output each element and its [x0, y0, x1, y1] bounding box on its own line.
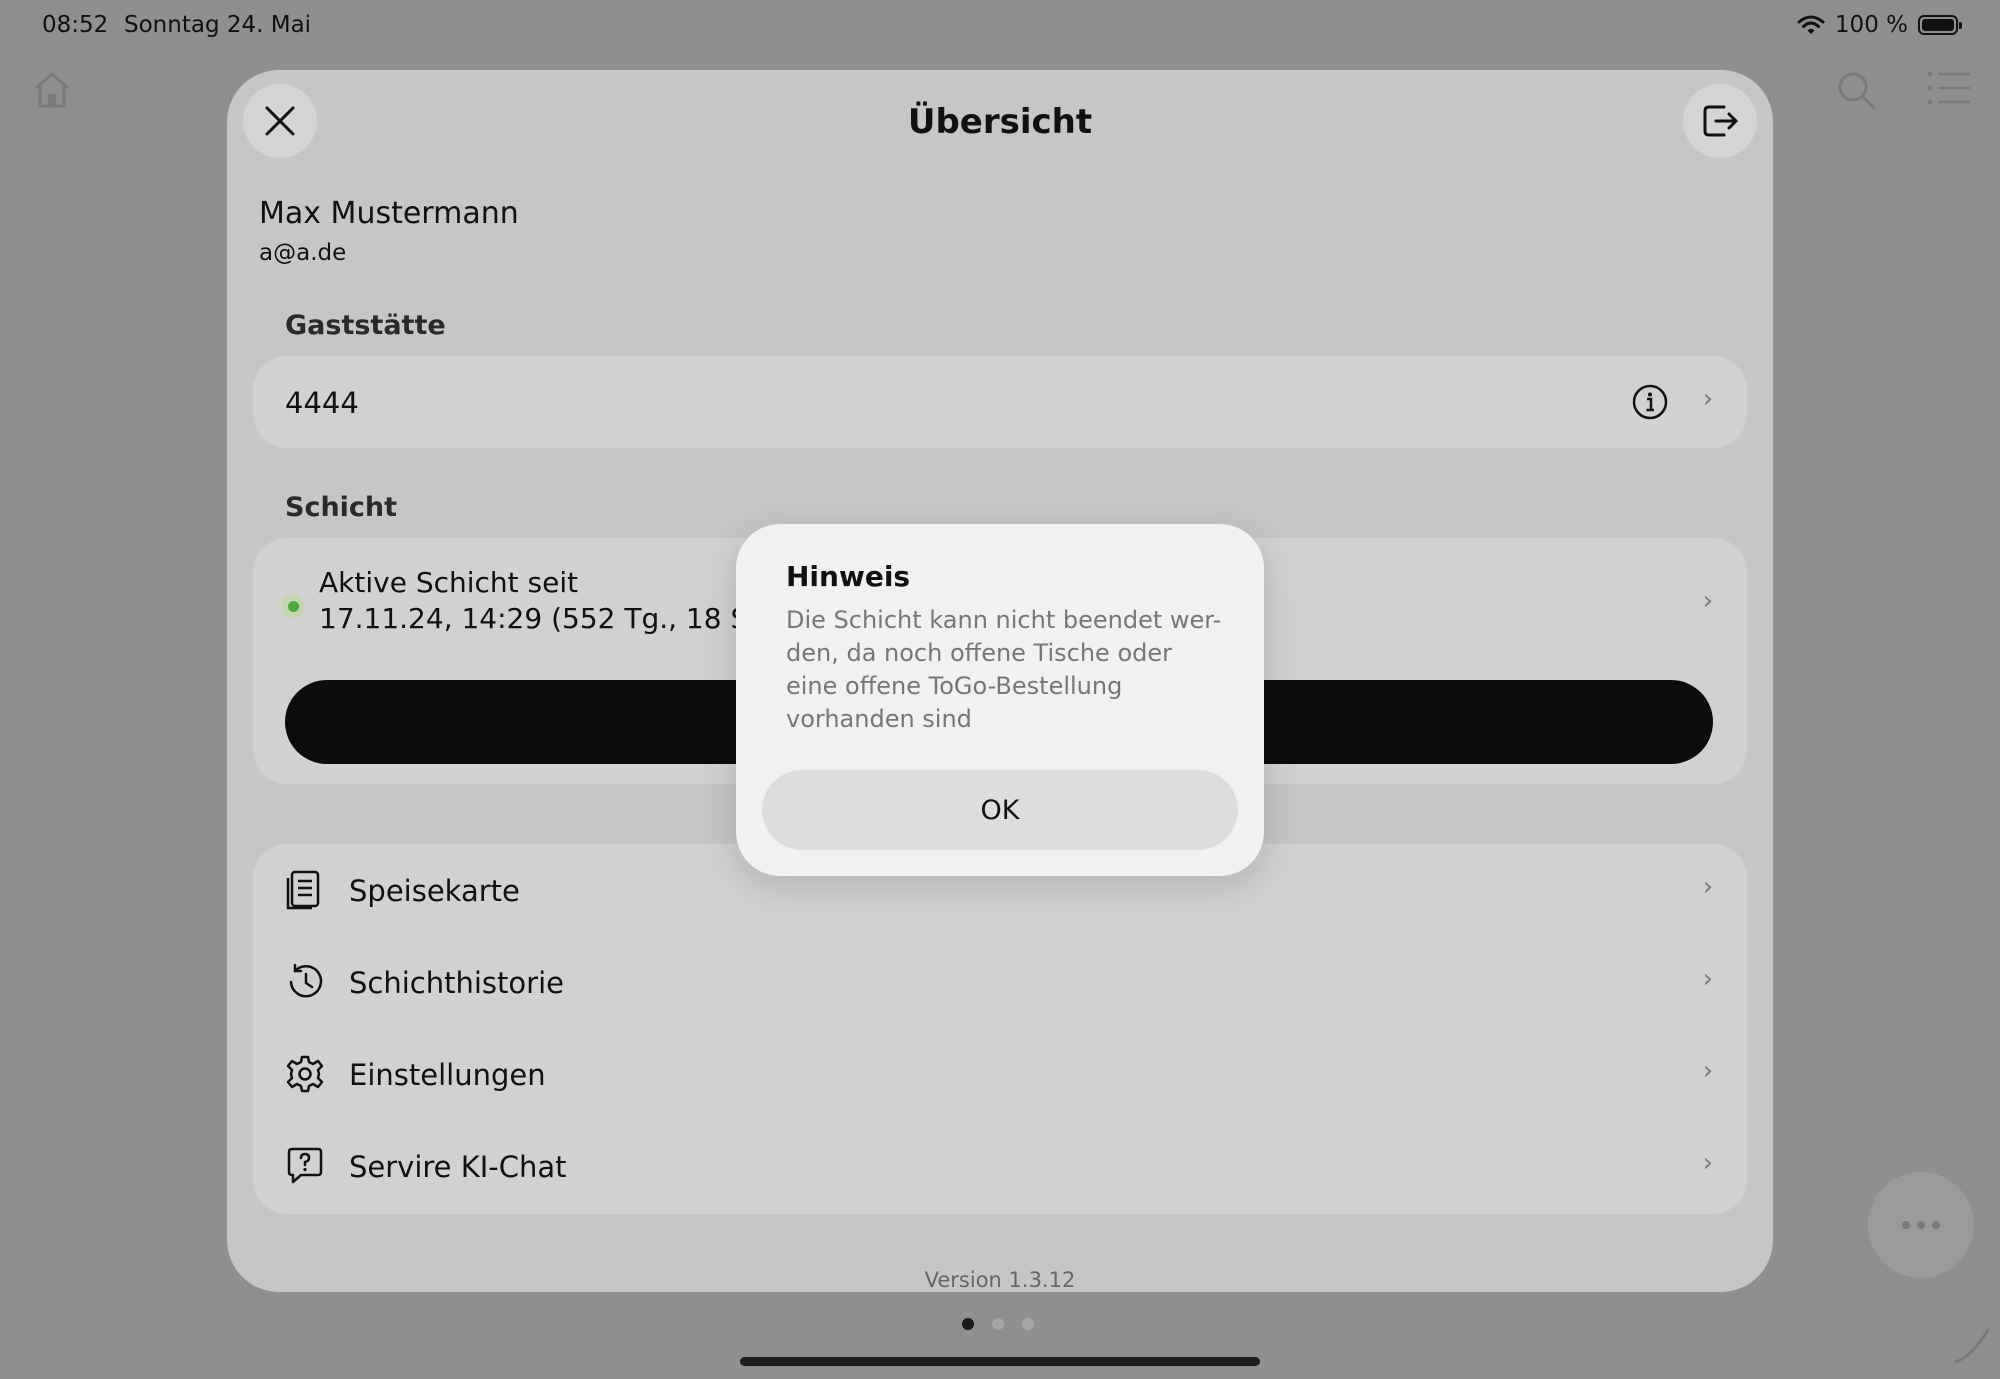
shift-section-label: Schicht — [285, 492, 398, 523]
info-icon[interactable] — [1631, 383, 1669, 421]
menu-item-label: Schichthistorie — [349, 966, 564, 1000]
user-email: a@a.de — [259, 240, 347, 266]
home-indicator[interactable] — [740, 1357, 1260, 1366]
alert-dialog: Hinweis Die Schicht kann nicht beendet w… — [736, 524, 1264, 876]
shift-status-dot — [281, 594, 305, 618]
battery-percent: 100 % — [1834, 12, 1908, 38]
alert-title: Hinweis — [786, 560, 911, 593]
logout-button[interactable] — [1683, 84, 1757, 158]
page-dot — [992, 1318, 1004, 1330]
status-right: 100 % — [1797, 12, 1962, 38]
restaurant-value: 4444 — [285, 386, 359, 420]
user-name: Max Mustermann — [259, 196, 519, 231]
home-icon[interactable] — [30, 68, 74, 112]
menu-item-label: Servire KI-Chat — [349, 1150, 567, 1184]
chevron-right-icon: › — [1702, 872, 1713, 902]
status-date: Sonntag 24. Mai — [124, 12, 312, 38]
restaurant-card[interactable]: 4444 › — [253, 356, 1747, 448]
chat-question-icon — [287, 1147, 323, 1184]
more-button[interactable] — [1868, 1172, 1974, 1278]
menu-item-einstellungen[interactable]: Einstellungen › — [253, 1028, 1747, 1120]
wifi-icon — [1797, 15, 1825, 34]
menu-item-label: Speisekarte — [349, 874, 520, 908]
search-icon[interactable] — [1834, 68, 1878, 112]
list-icon[interactable] — [1926, 68, 1972, 108]
page-title: Übersicht — [907, 102, 1093, 142]
version-label: Version 1.3.12 — [924, 1268, 1076, 1292]
menu-item-ki-chat[interactable]: Servire KI-Chat › — [253, 1120, 1747, 1212]
page-dot-active — [962, 1318, 974, 1330]
menu-book-icon — [286, 870, 320, 910]
alert-ok-button[interactable]: OK — [762, 770, 1238, 850]
more-icon — [1902, 1221, 1940, 1229]
page-indicator — [962, 1318, 1034, 1330]
menu-item-schichthistorie[interactable]: Schichthistorie › — [253, 936, 1747, 1028]
chevron-right-icon: › — [1702, 384, 1713, 414]
chevron-right-icon: › — [1702, 1148, 1713, 1178]
logout-icon — [1703, 105, 1738, 137]
gear-icon — [286, 1055, 324, 1093]
menu-card: Speisekarte › Schichthistorie › Einstell… — [253, 844, 1747, 1214]
menu-item-label: Einstellungen — [349, 1058, 546, 1092]
chevron-right-icon: › — [1702, 964, 1713, 994]
chevron-right-icon: › — [1702, 586, 1713, 616]
history-icon — [289, 963, 323, 998]
pencil-icon — [1954, 1328, 1990, 1364]
restaurant-section-label: Gaststätte — [285, 310, 446, 341]
shift-status-line-1: Aktive Schicht seit — [319, 566, 579, 599]
alert-message: Die Schicht kann nicht beendet wer-den, … — [786, 606, 1222, 733]
chevron-right-icon: › — [1702, 1056, 1713, 1086]
status-bar: 08:52 Sonntag 24. Mai 100 % — [0, 0, 2000, 52]
battery-icon — [1918, 15, 1962, 35]
status-time: 08:52 — [42, 12, 109, 38]
page-dot — [1022, 1318, 1034, 1330]
